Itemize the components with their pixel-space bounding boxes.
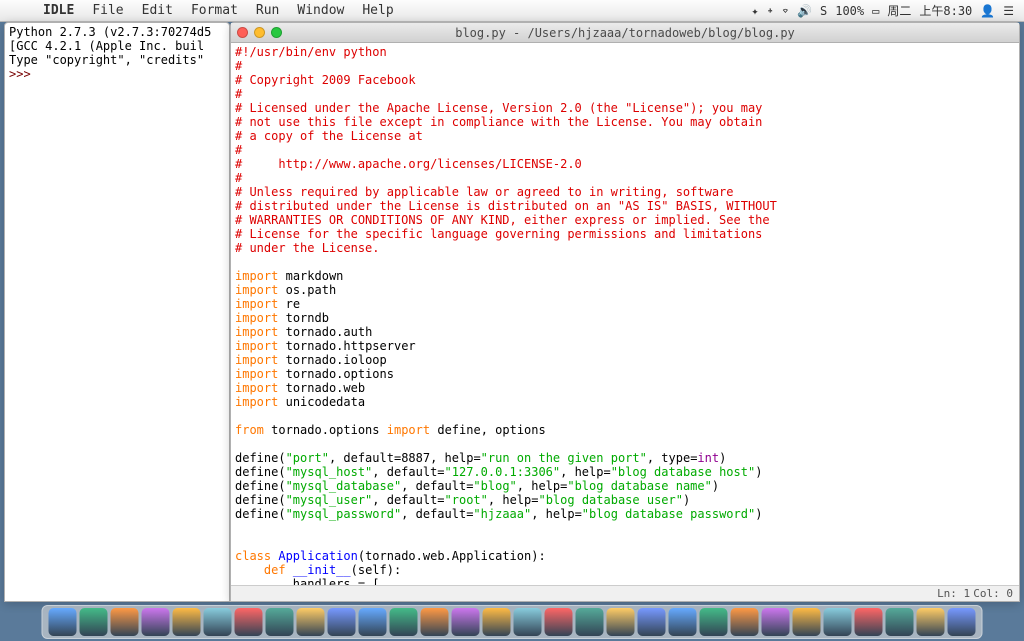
status-col: Col: 0 [973, 587, 1013, 600]
shell-window[interactable]: Python 2.7.3 (v2.7.3:70274d5 [GCC 4.2.1 … [4, 22, 230, 602]
code-editor[interactable]: #!/usr/bin/env python # # Copyright 2009… [231, 43, 1019, 585]
editor-window[interactable]: blog.py - /Users/hjzaaa/tornadoweb/blog/… [230, 22, 1020, 602]
dock-item[interactable] [452, 608, 480, 636]
dock-item[interactable] [266, 608, 294, 636]
dock-item[interactable] [576, 608, 604, 636]
menu-help[interactable]: Help [353, 3, 402, 18]
dock-item[interactable] [359, 608, 387, 636]
dock-item[interactable] [700, 608, 728, 636]
statusbar: Ln: 1 Col: 0 [231, 585, 1019, 601]
dock-item[interactable] [111, 608, 139, 636]
menu-edit[interactable]: Edit [133, 3, 182, 18]
user-icon[interactable]: 👤 [980, 4, 995, 18]
menu-format[interactable]: Format [182, 3, 247, 18]
dock-item[interactable] [793, 608, 821, 636]
status-ln: Ln: 1 [937, 587, 970, 600]
dock-item[interactable] [669, 608, 697, 636]
tool-icon[interactable]: ✦ [751, 4, 758, 18]
dock-item[interactable] [607, 608, 635, 636]
input-icon[interactable]: S [820, 4, 827, 18]
menu-window[interactable]: Window [288, 3, 353, 18]
dock-item[interactable] [514, 608, 542, 636]
battery-text[interactable]: 100% [835, 4, 864, 18]
shell-prompt: >>> [9, 67, 38, 81]
dock-item[interactable] [855, 608, 883, 636]
shell-content[interactable]: Python 2.7.3 (v2.7.3:70274d5 [GCC 4.2.1 … [5, 23, 229, 83]
shell-line3: Type "copyright", "credits" [9, 53, 204, 67]
wifi-icon[interactable]: ⌔ [782, 4, 789, 18]
menubar: IDLE File Edit Format Run Window Help ✦ … [0, 0, 1024, 22]
dock[interactable] [42, 605, 983, 639]
dock-item[interactable] [80, 608, 108, 636]
menu-app[interactable]: IDLE [34, 3, 83, 18]
dock-item[interactable] [142, 608, 170, 636]
menu-file[interactable]: File [83, 3, 132, 18]
day-text[interactable]: 周二 [887, 2, 911, 19]
dock-item[interactable] [948, 608, 976, 636]
shell-line1: Python 2.7.3 (v2.7.3:70274d5 [9, 25, 211, 39]
dock-item[interactable] [917, 608, 945, 636]
window-title: blog.py - /Users/hjzaaa/tornadoweb/blog/… [455, 26, 795, 40]
minimize-icon[interactable] [254, 27, 265, 38]
apple-icon[interactable] [10, 4, 24, 18]
dock-item[interactable] [762, 608, 790, 636]
menu-run[interactable]: Run [247, 3, 288, 18]
dock-item[interactable] [235, 608, 263, 636]
dock-item[interactable] [483, 608, 511, 636]
dock-item[interactable] [49, 608, 77, 636]
dock-item[interactable] [886, 608, 914, 636]
menubar-right: ✦ ᛭ ⌔ 🔊 S 100% ▭ 周二 上午8:30 👤 ☰ [751, 2, 1024, 19]
close-icon[interactable] [237, 27, 248, 38]
dock-item[interactable] [204, 608, 232, 636]
dock-item[interactable] [297, 608, 325, 636]
zoom-icon[interactable] [271, 27, 282, 38]
dock-item[interactable] [824, 608, 852, 636]
dock-item[interactable] [390, 608, 418, 636]
traffic-lights [237, 27, 282, 38]
titlebar[interactable]: blog.py - /Users/hjzaaa/tornadoweb/blog/… [231, 23, 1019, 43]
battery-icon[interactable]: ▭ [872, 4, 879, 18]
bluetooth-icon[interactable]: ᛭ [767, 4, 774, 18]
time-text[interactable]: 上午8:30 [919, 2, 972, 19]
dock-item[interactable] [545, 608, 573, 636]
shell-line2: [GCC 4.2.1 (Apple Inc. buil [9, 39, 204, 53]
notif-icon[interactable]: ☰ [1003, 4, 1014, 18]
dock-item[interactable] [328, 608, 356, 636]
dock-item[interactable] [173, 608, 201, 636]
dock-item[interactable] [421, 608, 449, 636]
dock-item[interactable] [731, 608, 759, 636]
volume-icon[interactable]: 🔊 [797, 4, 812, 18]
dock-item[interactable] [638, 608, 666, 636]
